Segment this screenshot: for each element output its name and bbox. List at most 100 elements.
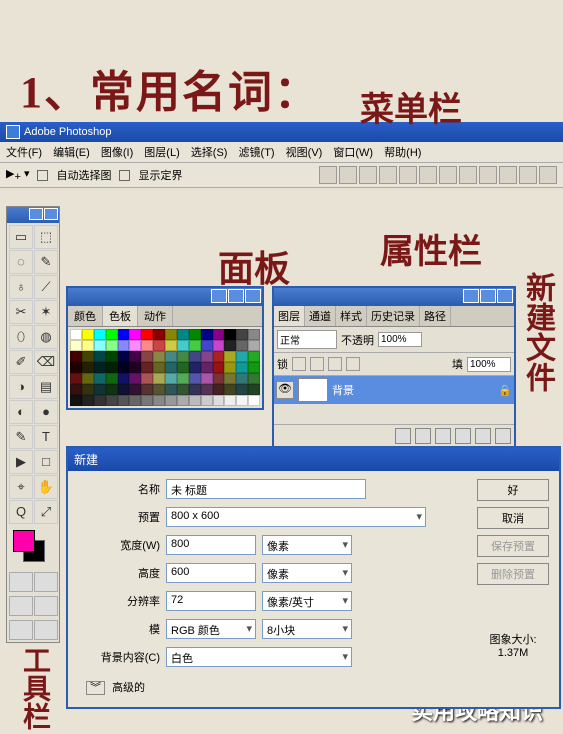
tool-button[interactable]: ▶ — [9, 450, 33, 474]
swatch[interactable] — [189, 373, 201, 384]
swatch[interactable] — [129, 362, 141, 373]
swatch[interactable] — [106, 329, 118, 340]
menu-layer[interactable]: 图层(L) — [144, 147, 179, 159]
swatch[interactable] — [213, 384, 225, 395]
tool-button[interactable]: ✎ — [9, 425, 33, 449]
swatch[interactable] — [224, 362, 236, 373]
tool-button[interactable]: ⌫ — [34, 350, 58, 374]
lock-pixels-icon[interactable] — [310, 357, 324, 371]
tool-button[interactable]: ⟋ — [34, 275, 58, 299]
swatch[interactable] — [201, 373, 213, 384]
swatch[interactable] — [248, 351, 260, 362]
align-icon[interactable] — [419, 166, 437, 184]
tool-button[interactable]: ✂ — [9, 300, 33, 324]
swatch[interactable] — [129, 340, 141, 351]
tool-button[interactable]: ● — [34, 400, 58, 424]
minimize-icon[interactable] — [211, 289, 227, 303]
swatch[interactable] — [82, 395, 94, 406]
close-icon[interactable] — [245, 289, 261, 303]
advanced-toggle[interactable]: ︾ — [86, 681, 105, 695]
maximize-icon[interactable] — [228, 289, 244, 303]
swatch[interactable] — [213, 340, 225, 351]
swatch[interactable] — [70, 384, 82, 395]
swatch[interactable] — [177, 340, 189, 351]
tool-button[interactable]: ◍ — [34, 325, 58, 349]
tool-button[interactable]: ⬚ — [34, 225, 58, 249]
cancel-button[interactable]: 取消 — [477, 507, 549, 529]
swatch[interactable] — [82, 351, 94, 362]
menu-window[interactable]: 窗口(W) — [333, 147, 373, 159]
menu-image[interactable]: 图像(I) — [101, 147, 133, 159]
swatch[interactable] — [177, 329, 189, 340]
save-preset-button[interactable]: 保存预置 — [477, 535, 549, 557]
swatch[interactable] — [82, 384, 94, 395]
show-bounds-checkbox[interactable] — [119, 170, 130, 181]
layer-mask-icon[interactable] — [415, 428, 431, 444]
swatch[interactable] — [106, 384, 118, 395]
tab-actions[interactable]: 动作 — [138, 306, 173, 326]
menu-help[interactable]: 帮助(H) — [384, 147, 421, 159]
swatch[interactable] — [201, 384, 213, 395]
swatch[interactable] — [201, 395, 213, 406]
swatch[interactable] — [248, 395, 260, 406]
swatch[interactable] — [141, 362, 153, 373]
lock-transparency-icon[interactable] — [292, 357, 306, 371]
swatch[interactable] — [248, 373, 260, 384]
swatch[interactable] — [236, 340, 248, 351]
screen-mode-icon[interactable] — [9, 596, 33, 616]
distribute-icon[interactable] — [499, 166, 517, 184]
swatch[interactable] — [177, 384, 189, 395]
menu-view[interactable]: 视图(V) — [286, 147, 323, 159]
menu-file[interactable]: 文件(F) — [6, 147, 42, 159]
tool-button[interactable]: ✐ — [9, 350, 33, 374]
swatch[interactable] — [141, 351, 153, 362]
height-unit-select[interactable]: 像素 — [262, 563, 352, 583]
tool-button[interactable]: ⌖ — [9, 475, 33, 499]
tool-button[interactable]: ◑ — [9, 375, 33, 399]
resolution-input[interactable]: 72 — [166, 591, 256, 611]
distribute-icon[interactable] — [459, 166, 477, 184]
layer-thumbnail[interactable] — [298, 378, 328, 402]
tool-button[interactable]: ▭ — [9, 225, 33, 249]
minimize-icon[interactable] — [29, 208, 43, 220]
tool-button[interactable]: ✎ — [34, 250, 58, 274]
swatch[interactable] — [70, 329, 82, 340]
tab-paths[interactable]: 路径 — [420, 306, 451, 326]
tool-button[interactable]: ▤ — [34, 375, 58, 399]
tab-styles[interactable]: 样式 — [336, 306, 367, 326]
delete-layer-icon[interactable] — [495, 428, 511, 444]
close-icon[interactable] — [44, 208, 58, 220]
ok-button[interactable]: 好 — [477, 479, 549, 501]
swatch[interactable] — [94, 373, 106, 384]
swatch[interactable] — [118, 384, 130, 395]
delete-preset-button[interactable]: 删除预置 — [477, 563, 549, 585]
swatch[interactable] — [165, 384, 177, 395]
new-set-icon[interactable] — [435, 428, 451, 444]
swatch[interactable] — [189, 340, 201, 351]
swatch[interactable] — [141, 395, 153, 406]
swatch[interactable] — [189, 362, 201, 373]
swatch[interactable] — [177, 351, 189, 362]
opacity-input[interactable]: 100% — [378, 332, 422, 347]
swatch[interactable] — [201, 351, 213, 362]
swatch[interactable] — [165, 395, 177, 406]
swatch[interactable] — [189, 351, 201, 362]
swatch[interactable] — [94, 384, 106, 395]
width-unit-select[interactable]: 像素 — [262, 535, 352, 555]
swatch[interactable] — [248, 340, 260, 351]
swatch[interactable] — [248, 329, 260, 340]
swatch[interactable] — [165, 362, 177, 373]
swatch[interactable] — [129, 395, 141, 406]
swatch[interactable] — [106, 362, 118, 373]
swatch[interactable] — [224, 351, 236, 362]
align-icon[interactable] — [399, 166, 417, 184]
align-icon[interactable] — [379, 166, 397, 184]
swatch[interactable] — [118, 340, 130, 351]
swatch[interactable] — [224, 329, 236, 340]
swatch[interactable] — [201, 340, 213, 351]
color-mode-select[interactable]: RGB 颜色 — [166, 619, 256, 639]
swatch[interactable] — [201, 362, 213, 373]
swatch[interactable] — [236, 329, 248, 340]
swatch[interactable] — [94, 340, 106, 351]
swatch[interactable] — [129, 351, 141, 362]
